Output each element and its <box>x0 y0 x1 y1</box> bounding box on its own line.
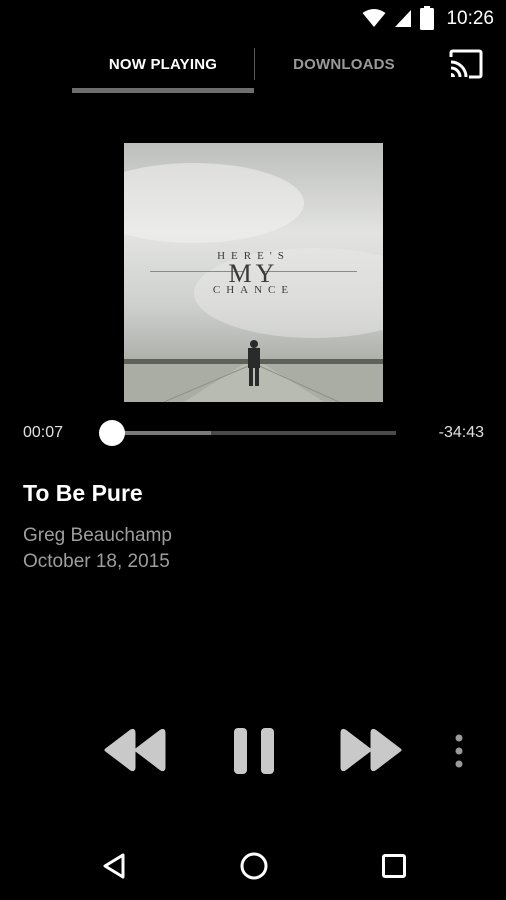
more-vert-icon[interactable] <box>452 734 466 768</box>
fast-forward-icon[interactable] <box>340 728 402 772</box>
seek-buffered <box>112 431 212 435</box>
seek-bar[interactable] <box>112 431 396 435</box>
back-icon[interactable] <box>101 852 127 880</box>
tab-indicator <box>72 88 254 93</box>
elapsed-time: 00:07 <box>23 424 64 441</box>
seek-thumb[interactable] <box>99 420 125 446</box>
album-art: HERE'S MY CHANCE <box>124 143 383 402</box>
battery-icon <box>420 6 434 30</box>
pause-icon[interactable] <box>232 727 276 775</box>
rewind-icon[interactable] <box>104 728 166 772</box>
status-icons <box>362 6 434 30</box>
cell-signal-icon <box>395 10 411 27</box>
tab-now-playing[interactable]: NOW PLAYING <box>72 36 254 92</box>
home-icon[interactable] <box>239 851 269 881</box>
status-bar: 10:26 <box>0 0 506 36</box>
recents-icon[interactable] <box>381 853 407 879</box>
tab-downloads[interactable]: DOWNLOADS <box>256 36 432 92</box>
cast-icon[interactable] <box>448 48 484 80</box>
remaining-time: -34:43 <box>438 424 484 441</box>
album-art-text-bottom: CHANCE <box>212 284 295 296</box>
tab-divider <box>254 48 255 80</box>
track-artist: Greg Beauchamp <box>23 525 172 546</box>
track-date: October 18, 2015 <box>23 551 170 572</box>
status-time: 10:26 <box>446 8 494 29</box>
track-title: To Be Pure <box>23 480 143 506</box>
tab-bar: NOW PLAYING DOWNLOADS <box>0 36 506 96</box>
wifi-icon <box>362 9 386 27</box>
